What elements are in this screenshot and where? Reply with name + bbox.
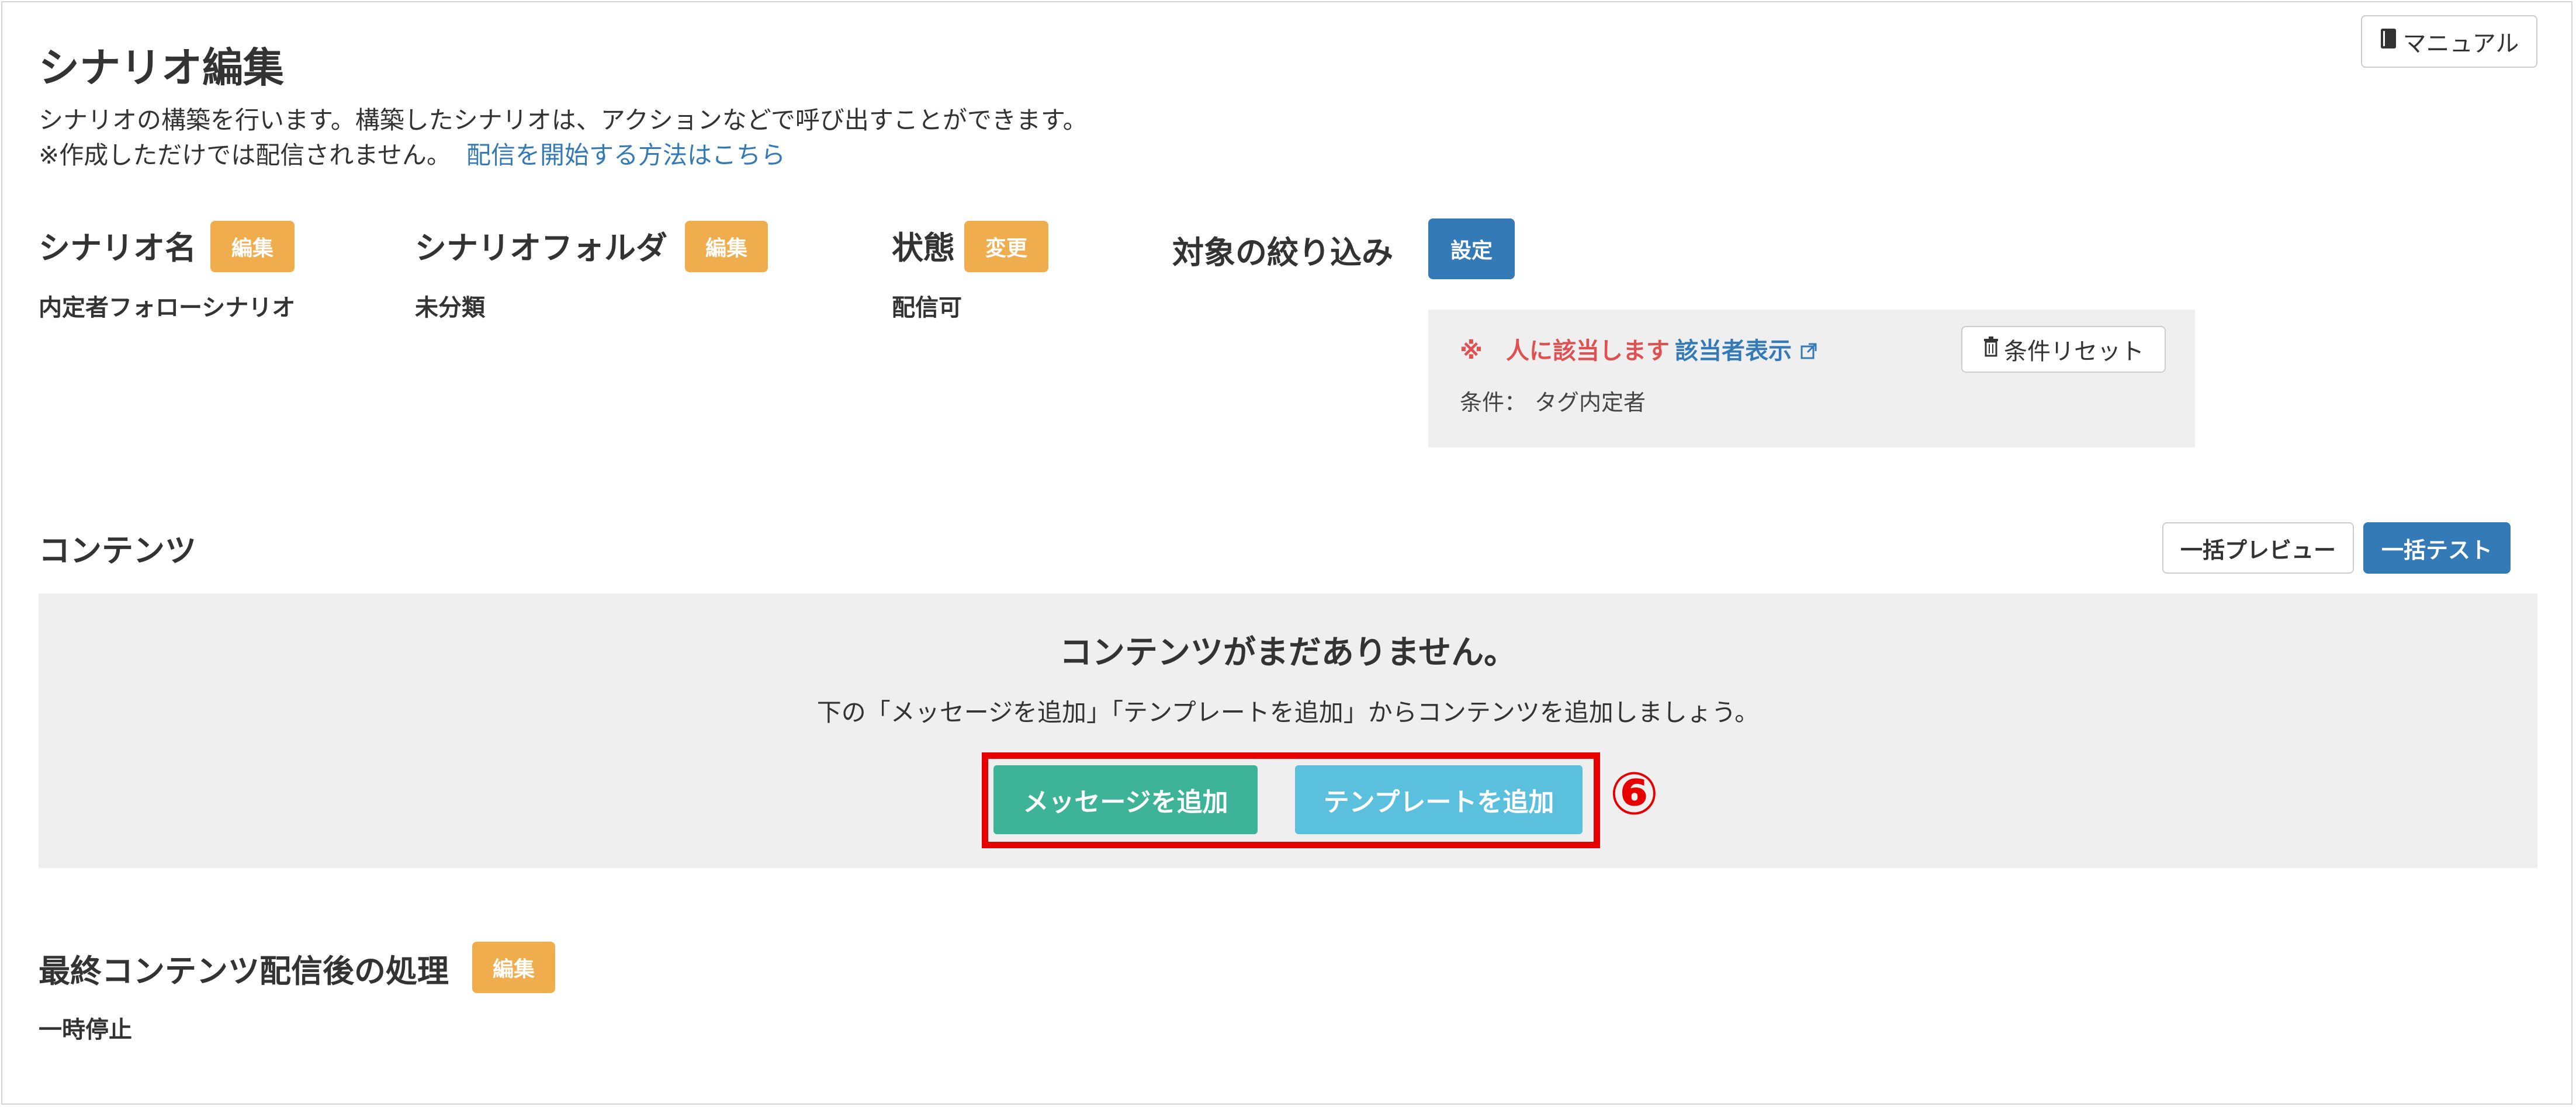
filter-match-count: ※ 人に該当します	[1460, 338, 1670, 365]
manual-label: マニュアル	[2402, 30, 2519, 57]
annotation-number: ⑥	[1609, 759, 1659, 828]
contents-heading: コンテンツ	[39, 532, 196, 569]
condition-reset-button[interactable]: 条件リセット	[1961, 326, 2166, 373]
book-icon	[2380, 27, 2397, 55]
scenario-name-edit-button[interactable]: 編集	[210, 221, 295, 272]
howto-link[interactable]: 配信を開始する方法はこちら	[466, 141, 785, 169]
status-change-button[interactable]: 変更	[964, 221, 1048, 272]
condition-reset-label: 条件リセット	[2004, 338, 2144, 365]
scenario-folder-value: 未分類	[415, 294, 485, 321]
bulk-test-button[interactable]: 一括テスト	[2363, 522, 2511, 574]
page-title: シナリオ編集	[39, 44, 284, 92]
page-description: シナリオの構築を行います。構築したシナリオは、アクションなどで呼び出すことができ…	[39, 103, 1088, 173]
scenario-folder-edit-button[interactable]: 編集	[685, 221, 768, 272]
trash-icon	[1983, 336, 1999, 363]
targeting-settings-button[interactable]: 設定	[1428, 218, 1515, 279]
filter-condition: 条件： タグ内定者	[1460, 384, 1646, 417]
description-line-2: ※作成しただけでは配信されません。 配信を開始する方法はこちら	[39, 138, 1088, 173]
add-message-button[interactable]: メッセージを追加	[993, 765, 1258, 834]
description-line-1: シナリオの構築を行います。構築したシナリオは、アクションなどで呼び出すことができ…	[39, 106, 1088, 134]
add-template-button[interactable]: テンプレートを追加	[1295, 765, 1583, 834]
status-value: 配信可	[892, 294, 962, 321]
final-processing-edit-button[interactable]: 編集	[472, 942, 555, 993]
scenario-folder-label: シナリオフォルダ	[415, 230, 667, 266]
scenario-name-value: 内定者フォローシナリオ	[39, 294, 296, 321]
scenario-name-label: シナリオ名	[39, 230, 196, 266]
empty-contents-title: コンテンツがまだありません。	[1059, 634, 1517, 672]
final-processing-value: 一時停止	[39, 1016, 132, 1043]
condition-value: タグ内定者	[1535, 390, 1646, 415]
status-label: 状態	[892, 230, 955, 266]
targeting-label: 対象の絞り込み	[1172, 234, 1393, 271]
condition-label: 条件：	[1460, 390, 1527, 415]
external-link-icon	[1800, 339, 1817, 366]
bulk-preview-button[interactable]: 一括プレビュー	[2162, 522, 2354, 574]
description-note: ※作成しただけでは配信されません。	[39, 141, 451, 169]
manual-button[interactable]: マニュアル	[2361, 15, 2537, 68]
final-processing-label: 最終コンテンツ配信後の処理	[39, 953, 449, 990]
empty-contents-hint: 下の「メッセージを追加」「テンプレートを追加」からコンテンツを追加しましょう。	[816, 698, 1760, 727]
show-matches-label: 該当者表示	[1675, 338, 1792, 365]
show-matches-link[interactable]: 該当者表示	[1675, 332, 1817, 366]
